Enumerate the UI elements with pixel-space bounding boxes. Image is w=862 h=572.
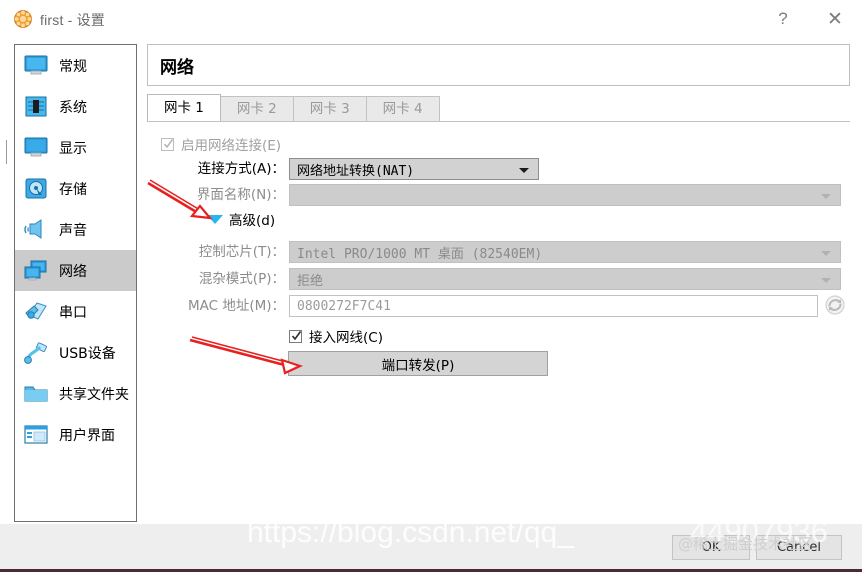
page-header: 网络 — [147, 44, 850, 86]
checkmark-icon — [291, 330, 302, 340]
cancel-button[interactable]: Cancel — [756, 535, 842, 560]
sidebar-item-general[interactable]: 常规 — [15, 45, 136, 86]
tab-adapter-2[interactable]: 网卡 2 — [219, 96, 294, 121]
cable-connected-label: 接入网线(C) — [309, 330, 383, 346]
dialog-footer: OK Cancel — [0, 524, 862, 569]
chevron-down-icon — [821, 194, 831, 199]
title-bar: first - 设置 ? ✕ — [0, 0, 862, 38]
ok-button[interactable]: OK — [672, 535, 750, 560]
enable-network-row[interactable]: 启用网络连接(E) — [161, 133, 281, 155]
monitor-icon — [23, 54, 49, 78]
settings-main-panel: 网络 网卡 1 网卡 2 网卡 3 网卡 4 启用网络连接(E) 连接方式(A)… — [147, 44, 850, 524]
attached-to-label: 连接方式(A)： — [197, 161, 285, 177]
sidebar-item-label: 串口 — [59, 304, 87, 321]
serialport-icon — [23, 300, 49, 324]
promiscuous-mode-label: 混杂模式(P)： — [198, 271, 285, 287]
tab-adapter-1[interactable]: 网卡 1 — [147, 94, 221, 121]
cable-connected-row[interactable]: 接入网线(C) — [289, 325, 383, 347]
interface-name-label: 界面名称(N)： — [196, 187, 285, 203]
sidebar-item-label: 共享文件夹 — [59, 386, 129, 403]
sidebar-item-label: 用户界面 — [59, 427, 115, 444]
window-title: first - 设置 — [40, 12, 105, 28]
advanced-label: 高级(d) — [229, 213, 276, 229]
sidebar-item-sharedfolders[interactable]: 共享文件夹 — [15, 373, 136, 414]
folder-icon — [23, 382, 49, 406]
sidebar-item-label: 系统 — [59, 99, 87, 116]
sidebar-item-label: 常规 — [59, 58, 87, 75]
promiscuous-mode-label-col: 混杂模式(P)： — [85, 268, 285, 290]
mac-address-label: MAC 地址(M)： — [187, 298, 285, 314]
close-button[interactable]: ✕ — [812, 0, 858, 38]
tab-adapter-3[interactable]: 网卡 3 — [292, 96, 367, 121]
enable-network-checkbox[interactable] — [161, 137, 174, 151]
adapter-1-panel: 启用网络连接(E) 连接方式(A)： 网络地址转换(NAT) 界面名称(N)： — [147, 121, 850, 524]
help-button[interactable]: ? — [760, 0, 806, 38]
adapter-tabs: 网卡 1 网卡 2 网卡 3 网卡 4 — [147, 94, 850, 121]
speaker-icon — [23, 218, 49, 242]
sidebar-scroll-tick — [6, 140, 7, 164]
checkmark-icon — [163, 138, 174, 148]
adapter-type-value: Intel PRO/1000 MT 桌面 (82540EM) — [297, 246, 543, 262]
promiscuous-mode-value: 拒绝 — [297, 273, 324, 289]
interface-name-label-col: 界面名称(N)： — [85, 184, 285, 206]
sidebar-item-label: 声音 — [59, 222, 87, 239]
sidebar-item-userinterface[interactable]: 用户界面 — [15, 414, 136, 455]
triangle-down-icon[interactable] — [207, 214, 223, 224]
sidebar-item-label: 存储 — [59, 181, 87, 198]
promiscuous-mode-combobox[interactable]: 拒绝 — [289, 268, 841, 290]
page-title: 网络 — [160, 57, 194, 78]
harddisk-icon — [23, 177, 49, 201]
chevron-down-icon — [821, 278, 831, 283]
sidebar-item-label: USB设备 — [59, 345, 116, 362]
cable-connected-checkbox[interactable] — [289, 329, 302, 343]
adapter-type-label-col: 控制芯片(T)： — [85, 241, 285, 263]
chevron-down-icon — [519, 168, 529, 173]
sidebar-item-label: 网络 — [59, 263, 87, 280]
attached-to-label-col: 连接方式(A)： — [85, 158, 285, 180]
adapter-type-combobox[interactable]: Intel PRO/1000 MT 桌面 (82540EM) — [289, 241, 841, 263]
chevron-down-icon — [821, 251, 831, 256]
port-forwarding-button[interactable]: 端口转发(P) — [288, 351, 548, 376]
mac-address-label-col: MAC 地址(M)： — [85, 295, 285, 317]
sidebar-item-label: 显示 — [59, 140, 87, 157]
tab-adapter-4[interactable]: 网卡 4 — [365, 96, 440, 121]
mac-address-input[interactable]: 0800272F7C41 — [289, 295, 818, 317]
virtualbox-icon — [14, 10, 32, 28]
display-icon — [23, 136, 49, 160]
enable-network-label: 启用网络连接(E) — [181, 138, 282, 154]
sidebar-item-usb[interactable]: USB设备 — [15, 332, 136, 373]
mac-address-value: 0800272F7C41 — [297, 298, 391, 314]
advanced-disclosure[interactable]: 高级(d) — [207, 209, 275, 229]
chip-icon — [23, 95, 49, 119]
attached-to-combobox[interactable]: 网络地址转换(NAT) — [289, 158, 539, 180]
userinterface-icon — [23, 423, 49, 447]
usb-icon — [23, 341, 49, 365]
interface-name-combobox[interactable] — [289, 184, 841, 206]
sidebar-item-system[interactable]: 系统 — [15, 86, 136, 127]
settings-window: first - 设置 ? ✕ 常规 系统 显示 存储 声音 网络 串口 USB设… — [0, 0, 862, 572]
adapter-type-label: 控制芯片(T)： — [198, 244, 285, 260]
refresh-mac-icon[interactable] — [824, 294, 846, 316]
network-icon — [23, 259, 49, 283]
attached-to-value: 网络地址转换(NAT) — [297, 163, 415, 179]
